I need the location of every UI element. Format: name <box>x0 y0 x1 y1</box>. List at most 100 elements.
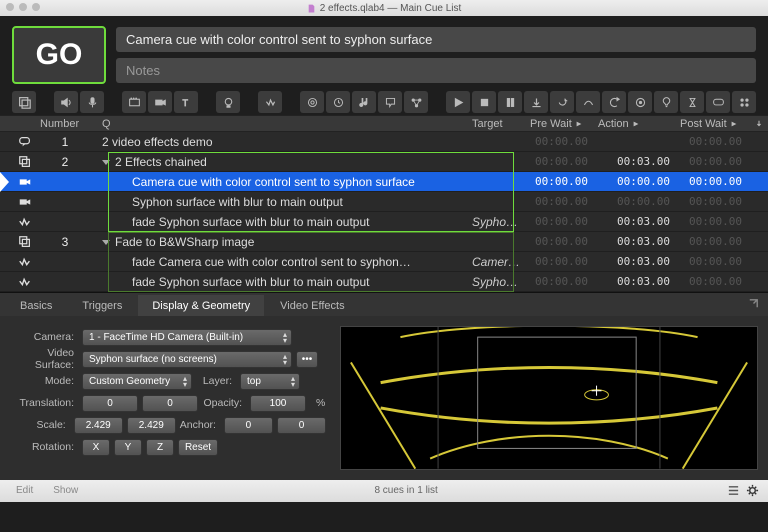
column-q[interactable]: Q <box>94 118 472 130</box>
video-cue-icon[interactable] <box>122 91 146 113</box>
cue-number: 3 <box>36 235 94 249</box>
group-icon <box>14 155 36 169</box>
cue-list-header: Number Q Target Pre Wait Action Post Wai… <box>0 115 768 132</box>
light-cue-icon[interactable] <box>216 91 240 113</box>
goto-cue-icon[interactable] <box>602 91 626 113</box>
tab-video-effects[interactable]: Video Effects <box>266 295 358 316</box>
surface-dropdown[interactable]: Syphon surface (no screens)▴▾ <box>82 351 292 368</box>
cue-list[interactable]: 12 video effects demo00:00.0000:00.0022 … <box>0 132 768 292</box>
column-target[interactable]: Target <box>472 118 530 130</box>
cue-prewait: 00:00.00 <box>530 135 598 148</box>
load-cue-icon[interactable] <box>524 91 548 113</box>
group-cue-icon[interactable] <box>12 91 36 113</box>
column-postwait[interactable]: Post Wait <box>680 118 752 130</box>
stop-cue-icon[interactable] <box>472 91 496 113</box>
cue-row[interactable]: Camera cue with color control sent to sy… <box>0 172 768 192</box>
tab-basics[interactable]: Basics <box>6 295 66 316</box>
close-window-button[interactable] <box>6 3 14 11</box>
anchor-label: Anchor: <box>180 419 224 431</box>
svg-text:T: T <box>182 97 188 107</box>
tab-triggers[interactable]: Triggers <box>68 295 136 316</box>
devamp-cue-icon[interactable] <box>576 91 600 113</box>
camera-dropdown[interactable]: 1 - FaceTime HD Camera (Built-in)▴▾ <box>82 329 292 346</box>
cue-target: Camer… <box>472 255 530 269</box>
layer-dropdown[interactable]: top▴▾ <box>240 373 300 390</box>
cue-row[interactable]: 12 video effects demo00:00.0000:00.00 <box>0 132 768 152</box>
rotation-z-button[interactable]: Z <box>146 439 174 456</box>
list-view-icon[interactable] <box>727 484 740 497</box>
translation-x[interactable]: 0 <box>82 395 138 412</box>
opacity-input[interactable]: 100 <box>250 395 306 412</box>
cue-postwait: 00:00.00 <box>680 275 752 288</box>
cue-number: 1 <box>36 135 94 149</box>
cue-row[interactable]: fade Camera cue with color control sent … <box>0 252 768 272</box>
cue-row[interactable]: 22 Effects chained00:00.0000:03.0000:00.… <box>0 152 768 172</box>
arm-cue-icon[interactable] <box>654 91 678 113</box>
text-cue-icon[interactable]: T <box>174 91 198 113</box>
scale-y[interactable]: 2.429 <box>127 417 176 434</box>
cue-name: 2 Effects chained <box>94 155 472 169</box>
gear-icon[interactable] <box>746 484 759 497</box>
mode-dropdown[interactable]: Custom Geometry▴▾ <box>82 373 192 390</box>
cue-row[interactable]: Syphon surface with blur to main output0… <box>0 192 768 212</box>
wait-cue-icon[interactable] <box>680 91 704 113</box>
network-cue-icon[interactable] <box>300 91 324 113</box>
cue-postwait: 00:00.00 <box>680 235 752 248</box>
zigzag-icon <box>14 255 36 269</box>
cue-postwait: 00:00.00 <box>680 135 752 148</box>
mic-cue-icon[interactable] <box>80 91 104 113</box>
midi-cue-icon[interactable] <box>352 91 376 113</box>
cuecart-icon[interactable] <box>732 91 756 113</box>
camera-cue-icon[interactable] <box>148 91 172 113</box>
playhead-indicator <box>0 172 9 192</box>
rotation-x-button[interactable]: X <box>82 439 110 456</box>
start-cue-icon[interactable] <box>446 91 470 113</box>
anchor-y[interactable]: 0 <box>277 417 326 434</box>
rotation-reset-button[interactable]: Reset <box>178 439 218 456</box>
osc-cue-icon[interactable] <box>378 91 402 113</box>
fade-cue-icon[interactable] <box>258 91 282 113</box>
column-continue[interactable] <box>752 118 768 130</box>
column-number[interactable]: Number <box>36 118 94 130</box>
script-cue-icon[interactable] <box>404 91 428 113</box>
anchor-x[interactable]: 0 <box>224 417 273 434</box>
cue-postwait: 00:00.00 <box>680 195 752 208</box>
column-action[interactable]: Action <box>598 118 680 130</box>
opacity-label: Opacity: <box>202 397 250 409</box>
cue-name: fade Syphon surface with blur to main ou… <box>94 215 472 229</box>
tab-display-geometry[interactable]: Display & Geometry <box>138 295 264 316</box>
cue-prewait: 00:00.00 <box>530 235 598 248</box>
cue-name-field[interactable]: Camera cue with color control sent to sy… <box>116 27 756 52</box>
cue-prewait: 00:00.00 <box>530 155 598 168</box>
camera-label: Camera: <box>10 331 82 343</box>
camera-icon <box>14 175 36 189</box>
cue-number: 2 <box>36 155 94 169</box>
cue-postwait: 00:00.00 <box>680 215 752 228</box>
cue-row[interactable]: 3Fade to B&WSharp image00:00.0000:03.000… <box>0 232 768 252</box>
audio-cue-icon[interactable] <box>54 91 78 113</box>
pop-out-inspector-icon[interactable] <box>747 297 760 313</box>
cue-postwait: 00:00.00 <box>680 155 752 168</box>
rotation-y-button[interactable]: Y <box>114 439 142 456</box>
zoom-window-button[interactable] <box>32 3 40 11</box>
cue-prewait: 00:00.00 <box>530 175 598 188</box>
cue-notes-field[interactable]: Notes <box>116 58 756 83</box>
scale-x[interactable]: 2.429 <box>74 417 123 434</box>
translation-y[interactable]: 0 <box>142 395 198 412</box>
go-button[interactable]: GO <box>12 26 106 84</box>
camera-icon <box>14 195 36 209</box>
geometry-preview[interactable] <box>340 326 758 470</box>
timecode-cue-icon[interactable] <box>326 91 350 113</box>
cue-row[interactable]: fade Syphon surface with blur to main ou… <box>0 272 768 292</box>
surface-edit-button[interactable]: ••• <box>296 351 318 368</box>
memo-cue-icon[interactable] <box>706 91 730 113</box>
mode-edit-button[interactable]: Edit <box>6 485 43 496</box>
mode-show-button[interactable]: Show <box>43 485 88 496</box>
column-prewait[interactable]: Pre Wait <box>530 118 598 130</box>
reset-cue-icon[interactable] <box>550 91 574 113</box>
minimize-window-button[interactable] <box>19 3 27 11</box>
pause-cue-icon[interactable] <box>498 91 522 113</box>
target-cue-icon[interactable] <box>628 91 652 113</box>
inspector-tabs: Basics Triggers Display & Geometry Video… <box>0 292 768 316</box>
cue-row[interactable]: fade Syphon surface with blur to main ou… <box>0 212 768 232</box>
